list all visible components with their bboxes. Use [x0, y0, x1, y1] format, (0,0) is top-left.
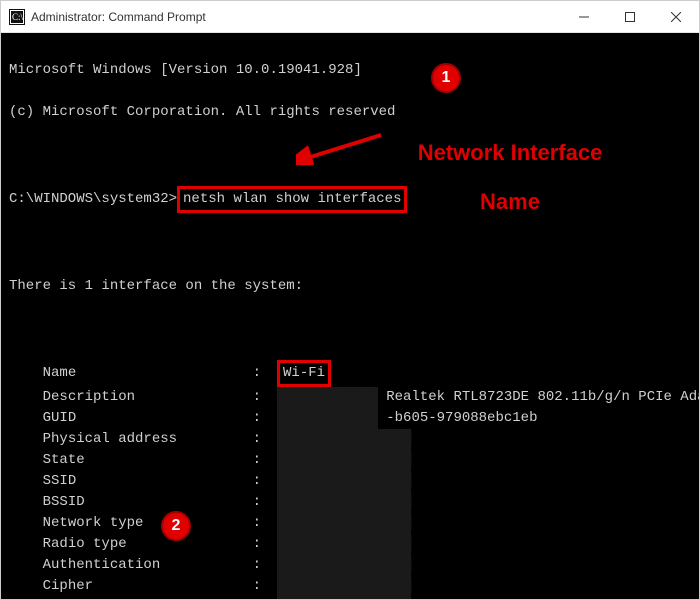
redacted-value: ████████████████: [277, 450, 411, 471]
redacted-value: ████████████████: [277, 534, 411, 555]
redacted-value: ████████████: [277, 387, 378, 408]
interface-properties: Name: Wi-Fi Description: ████████████ Re…: [9, 360, 691, 599]
annotation-badge-1: 1: [431, 63, 461, 93]
redacted-value: ████████████████: [277, 555, 411, 576]
window-title: Administrator: Command Prompt: [31, 10, 206, 24]
property-label: Description: [43, 387, 253, 408]
redacted-value: ████████████████: [277, 597, 411, 599]
property-row: State: ████████████████: [9, 450, 691, 471]
property-value: Realtek RTL8723DE 802.11b/g/n PCIe Adapt…: [378, 389, 699, 405]
terminal-body[interactable]: Microsoft Windows [Version 10.0.19041.92…: [1, 33, 699, 599]
property-label: SSID: [43, 471, 253, 492]
annotation-badge-2: 2: [161, 511, 191, 541]
property-label: Cipher: [43, 576, 253, 597]
property-value: -b605-979088ebc1eb: [378, 410, 538, 426]
property-label: Network type: [43, 513, 253, 534]
property-row: Connection mode: ████████████████: [9, 597, 691, 599]
os-version-line: Microsoft Windows [Version 10.0.19041.92…: [9, 60, 691, 81]
interface-count-line: There is 1 interface on the system:: [9, 276, 691, 297]
interface-name-highlight: Wi-Fi: [277, 360, 331, 387]
cmd-icon: C:\: [9, 9, 25, 25]
close-button[interactable]: [653, 1, 699, 33]
property-label: Name: [43, 363, 253, 384]
property-label: Connection mode: [43, 597, 253, 599]
redacted-value: ████████████: [277, 408, 378, 429]
titlebar: C:\ Administrator: Command Prompt: [1, 1, 699, 33]
property-row: Authentication: ████████████████: [9, 555, 691, 576]
prompt-prefix: C:\WINDOWS\system32>: [9, 191, 177, 207]
redacted-value: ████████████████: [277, 492, 411, 513]
maximize-button[interactable]: [607, 1, 653, 33]
property-label: Radio type: [43, 534, 253, 555]
property-row: SSID: ████████████████: [9, 471, 691, 492]
property-label: State: [43, 450, 253, 471]
property-row: Network type: ████████████████: [9, 513, 691, 534]
svg-text:C:\: C:\: [12, 12, 24, 22]
property-row: GUID: ████████████ -b605-979088ebc1eb: [9, 408, 691, 429]
property-row: Radio type: ████████████████: [9, 534, 691, 555]
redacted-value: ████████████████: [277, 471, 411, 492]
property-label: Physical address: [43, 429, 253, 450]
property-row: Name: Wi-Fi: [9, 360, 691, 387]
redacted-value: ████████████████: [277, 429, 411, 450]
redacted-value: ████████████████: [277, 513, 411, 534]
property-row: BSSID: ████████████████: [9, 492, 691, 513]
property-label: BSSID: [43, 492, 253, 513]
property-row: Physical address: ████████████████: [9, 429, 691, 450]
property-row: Description: ████████████ Realtek RTL872…: [9, 387, 691, 408]
annotation-label: Network Interface Name: [381, 117, 602, 238]
redacted-value: ████████████████: [277, 576, 411, 597]
command-prompt-window: C:\ Administrator: Command Prompt Micros…: [0, 0, 700, 600]
property-label: Authentication: [43, 555, 253, 576]
minimize-button[interactable]: [561, 1, 607, 33]
command-1-highlight: netsh wlan show interfaces: [177, 186, 407, 213]
property-label: GUID: [43, 408, 253, 429]
property-row: Cipher: ████████████████: [9, 576, 691, 597]
